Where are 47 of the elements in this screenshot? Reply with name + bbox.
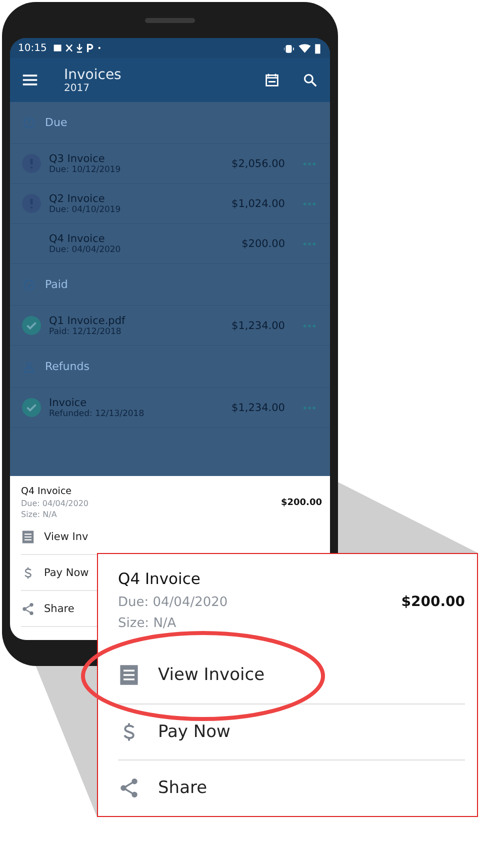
invoice-title: Invoice	[49, 396, 88, 408]
status-time: 10:15	[18, 42, 47, 54]
sheet-title: Q4 Invoice	[21, 486, 73, 497]
invoice-amount: $2,056.00	[232, 158, 285, 170]
callout-title: Q4 Invoice	[118, 570, 202, 588]
invoice-title: Q4 Invoice	[49, 232, 106, 244]
callout-action[interactable]: Share	[118, 759, 465, 815]
invoice-date: Paid: 12/12/2018	[49, 326, 122, 336]
callout-due: Due: 04/04/2020	[118, 594, 228, 610]
section-header: Paid	[45, 278, 68, 291]
system-icons-drawing	[284, 42, 322, 54]
invoice-amount: $1,234.00	[232, 320, 285, 332]
sheet-size: Size: N/A	[21, 510, 58, 519]
sheet-action[interactable]: Share	[21, 602, 74, 616]
invoice-title: Q3 Invoice	[49, 152, 106, 164]
alert-badge-icon	[22, 194, 41, 213]
share-icon	[118, 777, 140, 799]
invoice-amount: $1,024.00	[232, 198, 285, 210]
invoice-date: Refunded: 12/13/2018	[49, 408, 146, 418]
sheet-due: Due: 04/04/2020	[21, 499, 90, 508]
invoice-date: Due: 04/04/2020	[49, 244, 122, 254]
calendar-icon[interactable]	[264, 73, 280, 87]
callout-size: Size: N/A	[118, 616, 178, 631]
invoice-date: Due: 04/10/2019	[49, 204, 122, 214]
sheet-action[interactable]: View Inv	[21, 530, 88, 544]
alert-badge-icon	[22, 154, 41, 173]
app-title: Invoices	[64, 66, 122, 82]
callout-action[interactable]: Pay Now	[118, 703, 465, 759]
callout-action[interactable]: View Invoice	[118, 647, 465, 703]
invoice-amount: $200.00	[242, 238, 285, 250]
share-icon	[21, 602, 35, 616]
app-subtitle: 2017	[64, 82, 90, 94]
section-header: Refunds	[45, 360, 90, 373]
check-badge-icon	[22, 398, 41, 417]
document-icon	[118, 664, 140, 686]
search-icon[interactable]	[302, 73, 318, 87]
invoice-date: Due: 10/12/2019	[49, 164, 122, 174]
invoice-amount: $1,234.00	[232, 402, 285, 414]
section-header: Due	[45, 116, 68, 129]
invoice-title: Q1 Invoice.pdf	[49, 314, 126, 326]
sheet-action[interactable]: Pay Now	[21, 566, 89, 580]
sheet-amount: $200.00	[281, 498, 322, 508]
document-icon	[21, 530, 35, 544]
menu-icon[interactable]	[22, 73, 38, 87]
check-badge-icon	[22, 316, 41, 335]
invoice-title: Q2 Invoice	[49, 192, 106, 204]
callout-amount: $200.00	[401, 594, 465, 610]
